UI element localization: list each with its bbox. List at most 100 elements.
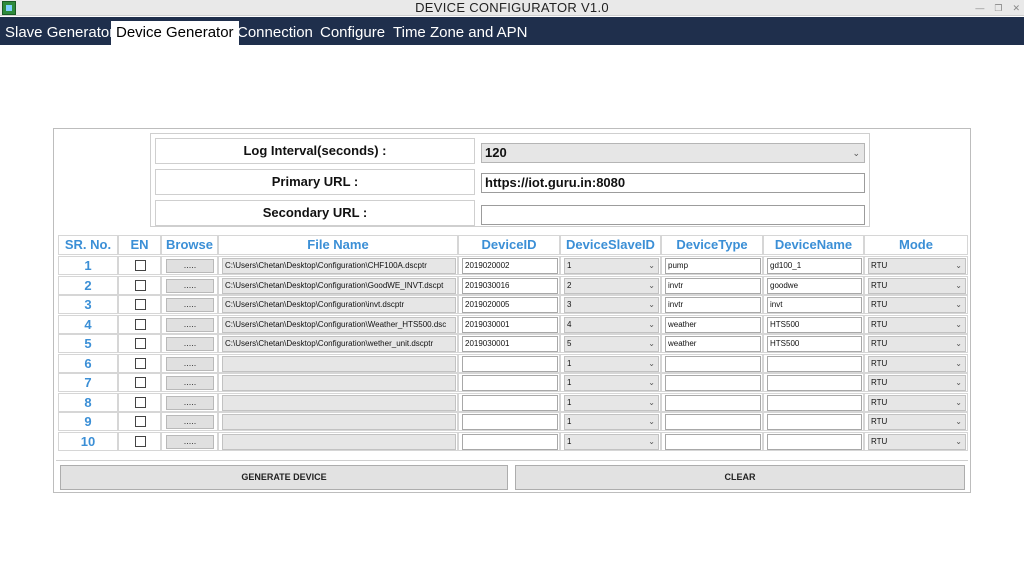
file-name-input[interactable]: C:\Users\Chetan\Desktop\Configuration\CH… — [222, 258, 456, 274]
mode-select[interactable]: RTU ⌄ — [868, 336, 966, 352]
mode-select[interactable]: RTU ⌄ — [868, 375, 966, 391]
mode-value: RTU — [871, 261, 888, 270]
tab-time-zone-apn[interactable]: Time Zone and APN — [388, 21, 533, 45]
file-name-input[interactable] — [222, 414, 456, 430]
device-name-input[interactable] — [767, 394, 862, 411]
tab-slave-generator[interactable]: Slave Generator — [0, 21, 119, 45]
device-id-input[interactable]: 2019030016 — [462, 277, 558, 294]
slave-id-select[interactable]: 4 ⌄ — [564, 316, 659, 333]
slave-id-select[interactable]: 1 ⌄ — [564, 414, 659, 430]
device-name-input[interactable] — [767, 433, 862, 450]
device-name-input[interactable] — [767, 355, 862, 372]
device-id-input[interactable]: 2019020005 — [462, 297, 558, 313]
close-icon[interactable]: ✕ — [1012, 0, 1020, 16]
file-name-input[interactable]: C:\Users\Chetan\Desktop\Configuration\Go… — [222, 277, 456, 294]
device-name-input[interactable]: gd100_1 — [767, 258, 862, 274]
tab-configure[interactable]: Configure — [315, 21, 390, 45]
file-name-input[interactable] — [222, 433, 456, 450]
device-name-input[interactable]: invt — [767, 297, 862, 313]
mode-select[interactable]: RTU ⌄ — [868, 258, 966, 274]
device-name-input[interactable]: HTS500 — [767, 336, 862, 352]
slave-id-select[interactable]: 1 ⌄ — [564, 355, 659, 372]
mode-select[interactable]: RTU ⌄ — [868, 433, 966, 450]
minimize-icon[interactable]: — — [975, 0, 984, 16]
enable-checkbox[interactable] — [135, 416, 146, 427]
device-type-input[interactable]: weather — [665, 336, 761, 352]
mode-select[interactable]: RTU ⌄ — [868, 316, 966, 333]
mode-select[interactable]: RTU ⌄ — [868, 277, 966, 294]
device-id-input[interactable] — [462, 355, 558, 372]
device-type-input[interactable]: pump — [665, 258, 761, 274]
slave-id-select[interactable]: 3 ⌄ — [564, 297, 659, 313]
device-type-input[interactable]: invtr — [665, 277, 761, 294]
enable-checkbox[interactable] — [135, 299, 146, 310]
device-type-cell: weather — [661, 314, 763, 334]
log-interval-select[interactable]: 120 ⌄ — [481, 143, 865, 163]
browse-button[interactable]: ..... — [166, 434, 214, 449]
restore-icon[interactable]: ❐ — [994, 0, 1002, 16]
tab-connection[interactable]: Connection — [232, 21, 318, 45]
device-id-input[interactable]: 2019020002 — [462, 258, 558, 274]
browse-button[interactable]: ..... — [166, 376, 214, 390]
device-type-input[interactable] — [665, 433, 761, 450]
device-name-input[interactable] — [767, 414, 862, 430]
device-id-input[interactable] — [462, 394, 558, 411]
enable-checkbox[interactable] — [135, 377, 146, 388]
device-id-input[interactable] — [462, 414, 558, 430]
device-type-input[interactable] — [665, 394, 761, 411]
enable-checkbox[interactable] — [135, 338, 146, 349]
slave-id-select[interactable]: 2 ⌄ — [564, 277, 659, 294]
enable-checkbox[interactable] — [135, 260, 146, 271]
file-name-input[interactable]: C:\Users\Chetan\Desktop\Configuration\We… — [222, 316, 456, 333]
mode-select[interactable]: RTU ⌄ — [868, 297, 966, 313]
file-name-input[interactable] — [222, 375, 456, 391]
primary-url-input[interactable]: https://iot.guru.in:8080 — [481, 173, 865, 193]
enable-checkbox[interactable] — [135, 279, 146, 291]
mode-select[interactable]: RTU ⌄ — [868, 414, 966, 430]
device-type-input[interactable] — [665, 355, 761, 372]
browse-button[interactable]: ..... — [166, 337, 214, 351]
file-name-input[interactable]: C:\Users\Chetan\Desktop\Configuration\we… — [222, 336, 456, 352]
slave-id-cell: 1 ⌄ — [560, 256, 661, 275]
secondary-url-input[interactable] — [481, 205, 865, 225]
enable-checkbox[interactable] — [135, 435, 146, 447]
browse-button[interactable]: ..... — [166, 298, 214, 312]
file-name-input[interactable]: C:\Users\Chetan\Desktop\Configuration\in… — [222, 297, 456, 313]
device-type-input[interactable]: weather — [665, 316, 761, 333]
slave-id-select[interactable]: 1 ⌄ — [564, 394, 659, 411]
device-id-input[interactable]: 2019030001 — [462, 316, 558, 333]
device-name-input[interactable]: HTS500 — [767, 316, 862, 333]
slave-id-value: 1 — [567, 417, 572, 426]
enable-checkbox[interactable] — [135, 318, 146, 330]
browse-cell: ..... — [161, 373, 218, 392]
enable-checkbox[interactable] — [135, 396, 146, 408]
device-type-cell: invtr — [661, 275, 763, 295]
slave-id-select[interactable]: 1 ⌄ — [564, 258, 659, 274]
device-type-input[interactable] — [665, 414, 761, 430]
mode-select[interactable]: RTU ⌄ — [868, 355, 966, 372]
device-name-input[interactable]: goodwe — [767, 277, 862, 294]
device-id-input[interactable] — [462, 375, 558, 391]
slave-id-select[interactable]: 1 ⌄ — [564, 433, 659, 450]
mode-select[interactable]: RTU ⌄ — [868, 394, 966, 411]
device-name-input[interactable] — [767, 375, 862, 391]
tab-device-generator[interactable]: Device Generator — [111, 21, 239, 45]
device-id-input[interactable] — [462, 433, 558, 450]
device-id-input[interactable]: 2019030001 — [462, 336, 558, 352]
browse-button[interactable]: ..... — [166, 259, 214, 273]
browse-button[interactable]: ..... — [166, 317, 214, 332]
slave-id-select[interactable]: 5 ⌄ — [564, 336, 659, 352]
browse-button[interactable]: ..... — [166, 415, 214, 429]
chevron-down-icon: ⌄ — [648, 319, 655, 329]
device-type-input[interactable]: invtr — [665, 297, 761, 313]
browse-button[interactable]: ..... — [166, 356, 214, 371]
slave-id-select[interactable]: 1 ⌄ — [564, 375, 659, 391]
device-type-input[interactable] — [665, 375, 761, 391]
browse-button[interactable]: ..... — [166, 278, 214, 293]
file-name-input[interactable] — [222, 394, 456, 411]
file-name-input[interactable] — [222, 355, 456, 372]
clear-button[interactable]: CLEAR — [515, 465, 965, 490]
generate-device-button[interactable]: GENERATE DEVICE — [60, 465, 508, 490]
enable-checkbox[interactable] — [135, 357, 146, 369]
browse-button[interactable]: ..... — [166, 395, 214, 410]
